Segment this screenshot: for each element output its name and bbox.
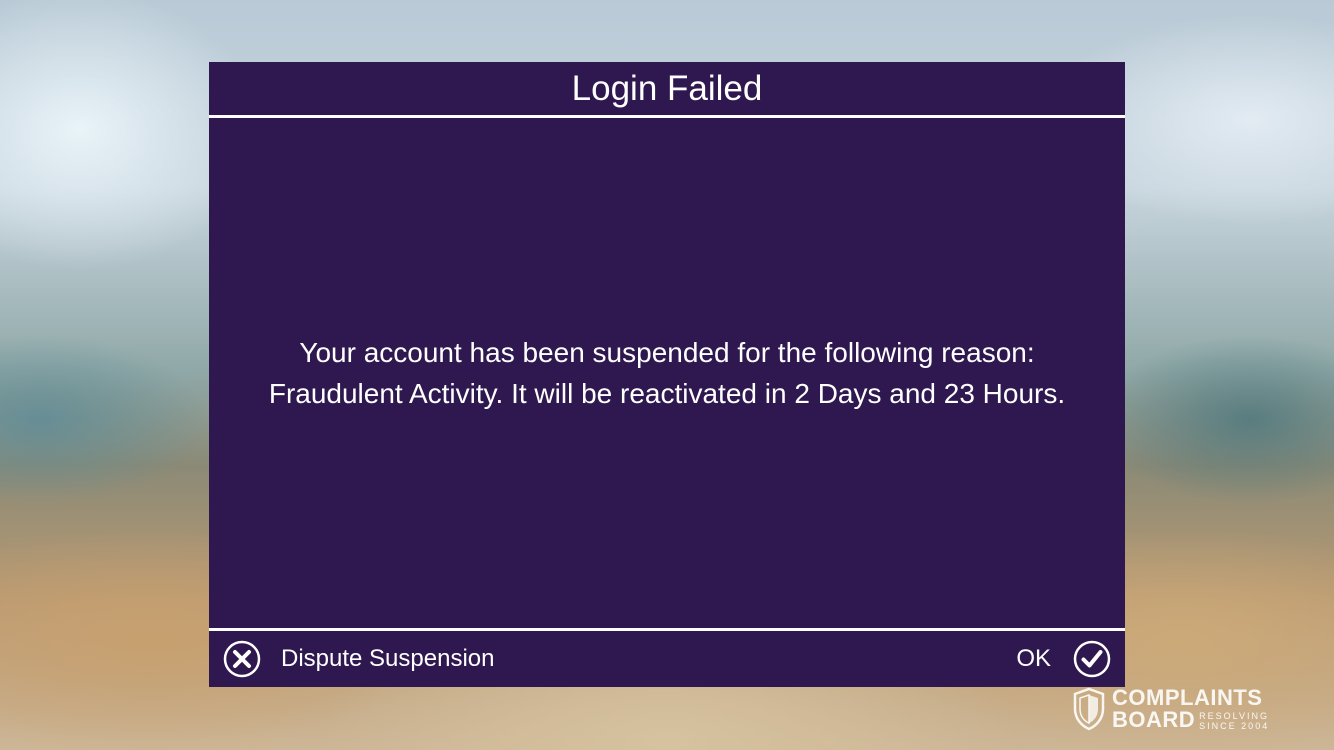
- login-failed-dialog: Login Failed Your account has been suspe…: [209, 62, 1125, 687]
- dispute-suspension-label: Dispute Suspension: [281, 645, 495, 672]
- shield-icon: [1073, 687, 1105, 731]
- watermark-line2: BOARD: [1112, 707, 1196, 732]
- complaints-board-watermark: COMPLAINTS BOARD RESOLVING SINCE 2004: [1072, 686, 1292, 732]
- game-background: Login Failed Your account has been suspe…: [0, 0, 1334, 750]
- watermark-tag1: RESOLVING: [1199, 711, 1270, 721]
- watermark-tag2: SINCE 2004: [1199, 721, 1270, 731]
- ok-label: OK: [1016, 645, 1051, 672]
- suspension-message: Your account has been suspended for the …: [268, 337, 1066, 409]
- dispute-suspension-button[interactable]: Dispute Suspension: [209, 631, 494, 687]
- x-circle-icon: [223, 640, 261, 678]
- check-circle-icon: [1073, 640, 1111, 678]
- ok-button[interactable]: OK: [1016, 631, 1125, 687]
- watermark-line1: COMPLAINTS: [1112, 685, 1263, 710]
- message-area: Your account has been suspended for the …: [209, 118, 1125, 628]
- dialog-title: Login Failed: [571, 68, 763, 108]
- dialog-footer: Dispute Suspension OK: [209, 631, 1125, 687]
